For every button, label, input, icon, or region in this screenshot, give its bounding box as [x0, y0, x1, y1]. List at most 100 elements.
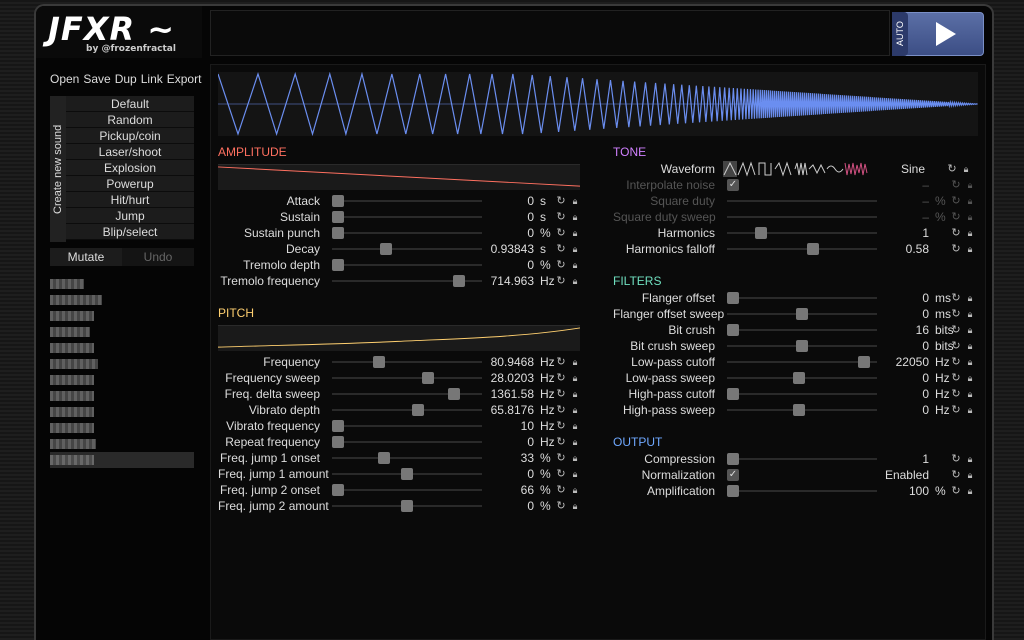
reset-icon[interactable]: ↻ — [949, 291, 963, 305]
lock-icon[interactable]: 🔒︎ — [568, 387, 582, 401]
reset-icon[interactable]: ↻ — [554, 483, 568, 497]
param-slider[interactable] — [332, 450, 482, 466]
slider-knob[interactable] — [727, 453, 739, 465]
param-value[interactable]: 16 — [881, 323, 929, 337]
param-value[interactable]: 65.8176 — [486, 403, 534, 417]
reset-icon[interactable]: ↻ — [554, 274, 568, 288]
slider-knob[interactable] — [377, 452, 390, 464]
param-slider[interactable] — [332, 209, 482, 225]
lock-icon[interactable]: 🔒︎ — [963, 291, 977, 305]
slider-knob[interactable] — [858, 356, 871, 368]
reset-icon[interactable]: ↻ — [949, 387, 963, 401]
history-item[interactable] — [50, 452, 194, 468]
preset-pickup-coin[interactable]: Pickup/coin — [66, 128, 194, 144]
reset-icon[interactable]: ↻ — [949, 178, 963, 192]
param-value[interactable]: 0 — [881, 307, 929, 321]
slider-knob[interactable] — [332, 211, 344, 223]
preset-hit-hurt[interactable]: Hit/hurt — [66, 192, 194, 208]
history-item[interactable] — [50, 324, 194, 340]
lock-icon[interactable]: 🔒︎ — [963, 226, 977, 240]
slider-knob[interactable] — [373, 356, 386, 368]
param-value[interactable]: – — [881, 178, 929, 192]
slider-knob[interactable] — [332, 420, 344, 432]
slider-knob[interactable] — [807, 243, 820, 255]
history-item[interactable] — [50, 292, 194, 308]
reset-icon[interactable]: ↻ — [949, 484, 963, 498]
lock-icon[interactable]: 🔒︎ — [568, 467, 582, 481]
param-slider[interactable] — [727, 370, 877, 386]
param-slider[interactable] — [332, 418, 482, 434]
lock-icon[interactable]: 🔒︎ — [963, 403, 977, 417]
slider-knob[interactable] — [796, 340, 808, 352]
param-slider[interactable] — [332, 193, 482, 209]
slider-knob[interactable] — [727, 324, 739, 336]
lock-icon[interactable]: 🔒︎ — [568, 451, 582, 465]
slider-knob[interactable] — [401, 468, 413, 480]
param-slider[interactable] — [332, 257, 482, 273]
history-item[interactable] — [50, 420, 194, 436]
reset-icon[interactable]: ↻ — [949, 355, 963, 369]
param-slider[interactable] — [727, 483, 877, 499]
slider-knob[interactable] — [796, 308, 808, 320]
param-value[interactable]: 1 — [881, 452, 929, 466]
param-value[interactable]: 28.0203 — [486, 371, 534, 385]
auto-play-toggle[interactable]: AUTO — [892, 12, 908, 56]
preset-explosion[interactable]: Explosion — [66, 160, 194, 176]
slider-knob[interactable] — [332, 259, 344, 271]
param-slider[interactable] — [332, 498, 482, 514]
lock-icon[interactable]: 🔒︎ — [568, 210, 582, 224]
param-slider[interactable] — [332, 402, 482, 418]
checkbox[interactable]: ✓ — [727, 469, 739, 481]
param-value[interactable]: 0 — [486, 499, 534, 513]
slider-knob[interactable] — [793, 372, 806, 384]
param-slider[interactable] — [332, 225, 482, 241]
file-menu-link[interactable]: Link — [141, 72, 163, 90]
slider-knob[interactable] — [332, 436, 344, 448]
lock-icon[interactable]: 🔒︎ — [568, 242, 582, 256]
param-value[interactable]: 714.963 — [486, 274, 534, 288]
reset-icon[interactable]: ↻ — [945, 162, 959, 176]
reset-icon[interactable]: ↻ — [554, 499, 568, 513]
param-slider[interactable] — [727, 306, 877, 322]
param-value[interactable]: Sine — [877, 162, 925, 176]
param-value[interactable]: 0.93843 — [486, 242, 534, 256]
reset-icon[interactable]: ↻ — [554, 194, 568, 208]
reset-icon[interactable]: ↻ — [949, 307, 963, 321]
slider-knob[interactable] — [447, 388, 460, 400]
history-item[interactable] — [50, 276, 194, 292]
reset-icon[interactable]: ↻ — [949, 452, 963, 466]
slider-knob[interactable] — [332, 195, 344, 207]
reset-icon[interactable]: ↻ — [554, 355, 568, 369]
lock-icon[interactable]: 🔒︎ — [568, 371, 582, 385]
reset-icon[interactable]: ↻ — [554, 210, 568, 224]
lock-icon[interactable]: 🔒︎ — [963, 371, 977, 385]
history-item[interactable] — [50, 388, 194, 404]
param-slider[interactable] — [332, 370, 482, 386]
lock-icon[interactable]: 🔒︎ — [963, 468, 977, 482]
reset-icon[interactable]: ↻ — [554, 226, 568, 240]
lock-icon[interactable]: 🔒︎ — [568, 226, 582, 240]
lock-icon[interactable]: 🔒︎ — [963, 355, 977, 369]
slider-knob[interactable] — [754, 227, 767, 239]
lock-icon[interactable]: 🔒︎ — [568, 419, 582, 433]
reset-icon[interactable]: ↻ — [949, 194, 963, 208]
lock-icon[interactable]: 🔒︎ — [963, 452, 977, 466]
slider-knob[interactable] — [727, 292, 739, 304]
reset-icon[interactable]: ↻ — [949, 323, 963, 337]
waveform-selector[interactable] — [723, 161, 873, 177]
reset-icon[interactable]: ↻ — [554, 371, 568, 385]
preset-random[interactable]: Random — [66, 112, 194, 128]
param-slider[interactable] — [727, 386, 877, 402]
slider-knob[interactable] — [793, 404, 806, 416]
slider-knob[interactable] — [727, 485, 739, 497]
lock-icon[interactable]: 🔒︎ — [568, 483, 582, 497]
slider-knob[interactable] — [401, 500, 413, 512]
param-value[interactable]: 1 — [881, 226, 929, 240]
param-slider[interactable] — [332, 241, 482, 257]
lock-icon[interactable]: 🔒︎ — [963, 242, 977, 256]
param-slider[interactable] — [332, 386, 482, 402]
param-value[interactable]: 0 — [881, 291, 929, 305]
param-value[interactable]: 0 — [486, 258, 534, 272]
slider-knob[interactable] — [727, 388, 739, 400]
param-slider[interactable] — [727, 209, 877, 225]
